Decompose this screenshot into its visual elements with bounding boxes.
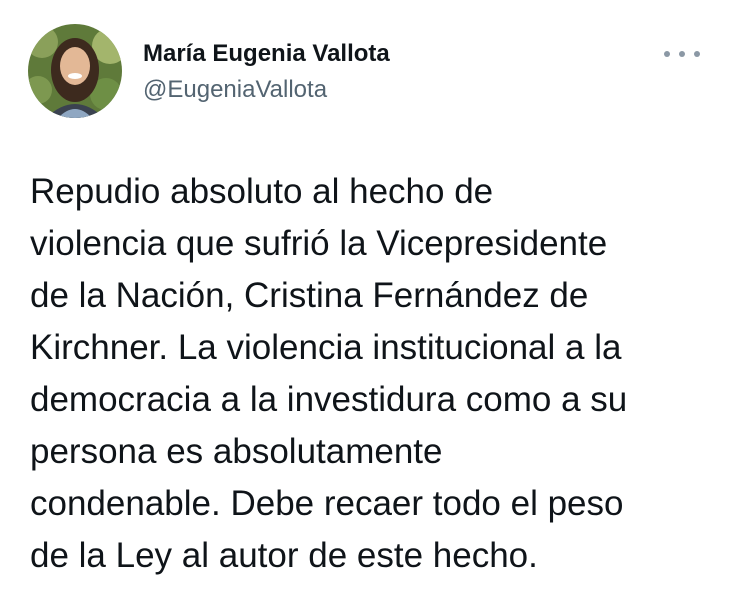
- author-name[interactable]: María Eugenia Vallota: [143, 40, 390, 68]
- tweet-text: Repudio absoluto al hecho de violencia q…: [30, 172, 628, 575]
- more-dot: [679, 51, 685, 57]
- tweet: María Eugenia Vallota @EugeniaVallota Re…: [0, 0, 730, 612]
- more-options-icon[interactable]: [664, 42, 700, 66]
- more-dot: [664, 51, 670, 57]
- avatar[interactable]: [28, 24, 122, 118]
- author-handle[interactable]: @EugeniaVallota: [143, 76, 327, 104]
- more-dot: [694, 51, 700, 57]
- avatar-photo: [28, 24, 122, 118]
